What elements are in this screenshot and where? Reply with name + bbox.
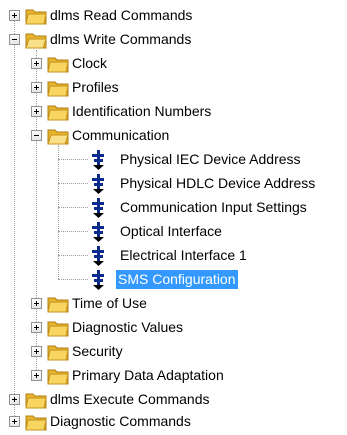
folder-icon <box>25 9 47 25</box>
command-node-icon <box>92 246 104 266</box>
tree-label: Profiles <box>72 79 119 95</box>
tree-label: Time of Use <box>72 295 147 311</box>
tree-label: Identification Numbers <box>72 103 212 119</box>
tree-node-electrical-interface-1[interactable]: Electrical Interface 1 <box>0 244 347 268</box>
tree-label: dlms Write Commands <box>50 31 192 47</box>
command-node-icon <box>92 222 104 242</box>
tree-label: Electrical Interface 1 <box>120 247 247 263</box>
folder-icon <box>25 415 47 431</box>
folder-icon <box>25 393 47 409</box>
tree-label: Physical IEC Device Address <box>120 151 301 167</box>
tree-node-physical-hdlc-address[interactable]: Physical HDLC Device Address <box>0 172 347 196</box>
command-node-icon <box>92 198 104 218</box>
collapse-minus-icon[interactable] <box>9 34 20 45</box>
tree-label: Diagnostic Values <box>72 319 184 335</box>
folder-icon <box>47 345 69 361</box>
tree-label: Primary Data Adaptation <box>72 367 224 383</box>
tree-node-physical-iec-address[interactable]: Physical IEC Device Address <box>0 148 347 172</box>
folder-icon <box>47 57 69 73</box>
tree-node-time-of-use[interactable]: Time of Use <box>0 292 347 316</box>
tree-label-selected: SMS Configuration <box>116 270 238 289</box>
folder-icon <box>47 369 69 385</box>
command-node-icon <box>92 150 104 170</box>
tree-node-clock[interactable]: Clock <box>0 52 347 76</box>
expand-plus-icon[interactable] <box>31 370 42 381</box>
tree-node-dlms-execute[interactable]: dlms Execute Commands <box>0 388 347 412</box>
expand-plus-icon[interactable] <box>9 394 20 405</box>
tree-label: Diagnostic Commands <box>50 413 191 429</box>
tree-node-diagnostic-commands[interactable]: Diagnostic Commands <box>0 410 347 434</box>
tree-label: Communication <box>72 127 170 143</box>
tree-node-communication[interactable]: Communication <box>0 124 347 148</box>
expand-plus-icon[interactable] <box>31 58 42 69</box>
expand-plus-icon[interactable] <box>31 346 42 357</box>
folder-icon <box>47 81 69 97</box>
expand-plus-icon[interactable] <box>31 322 42 333</box>
command-node-icon <box>92 270 104 290</box>
tree-label: Communication Input Settings <box>120 199 307 215</box>
folder-open-icon <box>25 33 47 49</box>
tree-label: Optical Interface <box>120 223 222 239</box>
tree-label: Physical HDLC Device Address <box>120 175 316 191</box>
tree-label: Security <box>72 343 123 359</box>
folder-icon <box>47 321 69 337</box>
folder-icon <box>47 105 69 121</box>
expand-plus-icon[interactable] <box>31 82 42 93</box>
tree-node-dlms-read[interactable]: dlms Read Commands <box>0 4 347 28</box>
expand-plus-icon[interactable] <box>31 298 42 309</box>
command-tree: dlms Read Commands dlms Write Commands C… <box>0 0 347 435</box>
tree-node-optical-interface[interactable]: Optical Interface <box>0 220 347 244</box>
folder-open-icon <box>47 129 69 145</box>
tree-node-primary-data-adaptation[interactable]: Primary Data Adaptation <box>0 364 347 388</box>
expand-plus-icon[interactable] <box>31 106 42 117</box>
tree-node-profiles[interactable]: Profiles <box>0 76 347 100</box>
folder-icon <box>47 297 69 313</box>
expand-plus-icon[interactable] <box>9 10 20 21</box>
tree-node-communication-input-settings[interactable]: Communication Input Settings <box>0 196 347 220</box>
tree-node-diagnostic-values[interactable]: Diagnostic Values <box>0 316 347 340</box>
tree-node-identification[interactable]: Identification Numbers <box>0 100 347 124</box>
tree-node-dlms-write[interactable]: dlms Write Commands <box>0 28 347 52</box>
collapse-minus-icon[interactable] <box>31 130 42 141</box>
tree-node-sms-configuration[interactable]: SMS Configuration <box>0 268 347 292</box>
tree-label: dlms Read Commands <box>50 7 193 23</box>
tree-label: dlms Execute Commands <box>50 391 210 407</box>
tree-label: Clock <box>72 55 108 71</box>
command-node-icon <box>92 174 104 194</box>
expand-plus-icon[interactable] <box>9 416 20 427</box>
tree-node-security[interactable]: Security <box>0 340 347 364</box>
